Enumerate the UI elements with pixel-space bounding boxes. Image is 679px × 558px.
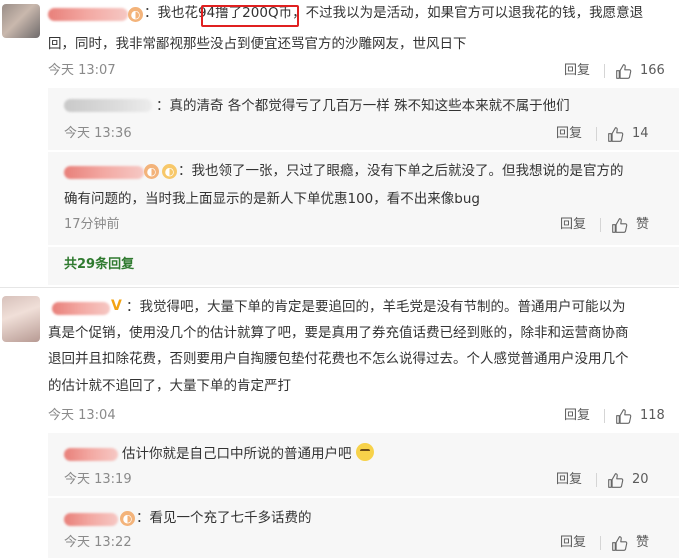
like-count: 14 xyxy=(632,126,649,141)
username-redacted[interactable] xyxy=(48,8,128,21)
username-redacted[interactable] xyxy=(64,448,118,461)
thumbs-up-icon xyxy=(608,472,624,488)
comment-time: 今天 13:04 xyxy=(48,408,116,423)
thumbs-up-icon xyxy=(612,535,628,551)
thumbs-up-icon xyxy=(608,126,624,142)
highlight-box xyxy=(201,5,299,27)
reply-text: ：看见一个充了七千多话费的 xyxy=(136,510,312,526)
divider xyxy=(604,64,605,78)
divider xyxy=(48,245,679,247)
reply-time: 今天 13:22 xyxy=(64,535,132,550)
more-replies-link[interactable]: 共29条回复 xyxy=(64,255,134,275)
reply-button[interactable]: 回复 xyxy=(556,470,582,490)
comment-text-line2: 真是个促销，使用没几个的估计就算了吧，要是真用了券充值话费已经到账的，除非和运营… xyxy=(48,325,629,341)
like-count: 166 xyxy=(640,63,665,78)
user-badge-icon: ◐ xyxy=(144,164,159,179)
user-badge-icon: ◐ xyxy=(128,7,143,22)
like-button[interactable]: 14 xyxy=(607,124,649,144)
comment-text: ：我觉得吧，大量下单的肯定是要追回的，羊毛党是没有节制的。普通用户可能以为 xyxy=(126,299,626,315)
like-button[interactable]: 赞 xyxy=(611,533,649,553)
reply-button[interactable]: 回复 xyxy=(564,406,590,426)
reply-text: 估计你就是自己口中所说的普通用户吧 xyxy=(122,441,374,467)
username-redacted[interactable] xyxy=(52,302,110,315)
user-badge-icon: ◐ xyxy=(162,164,177,179)
avatar[interactable] xyxy=(2,296,40,342)
reply-text: ：我也领了一张，只过了眼瘾，没有下单之后就没了。但我想说的是官方的 xyxy=(178,163,624,179)
username-redacted[interactable] xyxy=(64,513,118,526)
reply-button[interactable]: 回复 xyxy=(560,215,586,235)
verified-icon: V xyxy=(111,298,122,314)
like-button[interactable]: 20 xyxy=(607,470,649,490)
like-button[interactable]: 赞 xyxy=(611,215,649,235)
username-redacted[interactable] xyxy=(64,99,152,112)
comment-text-line2: 回，同时，我非常鄙视那些没占到便宜还骂官方的沙雕网友，世风日下 xyxy=(48,36,467,52)
reply-text-line2: 确有问题的，当时我上面显示的是新人下单优惠100，看不出来像bug xyxy=(64,191,480,207)
like-count: 赞 xyxy=(636,535,650,550)
reply-text: ：真的清奇 各个都觉得亏了几百万一样 殊不知这些本来就不属于他们 xyxy=(156,98,570,114)
divider xyxy=(596,473,597,487)
divider xyxy=(600,218,601,232)
comment-text-line3: 退回并且扣除花费，否则要用户自掏腰包垫付花费也不怎么说得过去。个人感觉普通用户没… xyxy=(48,351,629,367)
divider xyxy=(48,150,679,152)
divider xyxy=(48,496,679,498)
thumbs-up-icon xyxy=(616,63,632,79)
like-count: 20 xyxy=(632,472,649,487)
comment-divider xyxy=(0,287,679,288)
like-button[interactable]: 118 xyxy=(615,406,665,426)
reply-time: 今天 13:19 xyxy=(64,472,132,487)
divider xyxy=(604,409,605,423)
smiley-face-icon xyxy=(355,443,374,461)
reply-button[interactable]: 回复 xyxy=(560,533,586,553)
thumbs-up-icon xyxy=(612,217,628,233)
divider xyxy=(596,127,597,141)
reply-button[interactable]: 回复 xyxy=(556,124,582,144)
username-redacted[interactable] xyxy=(64,166,144,179)
like-count: 赞 xyxy=(636,217,650,232)
like-button[interactable]: 166 xyxy=(615,61,665,81)
comment-time: 今天 13:07 xyxy=(48,63,116,78)
avatar[interactable] xyxy=(2,4,40,38)
reply-time: 今天 13:36 xyxy=(64,126,132,141)
divider xyxy=(600,536,601,550)
thumbs-up-icon xyxy=(616,408,632,424)
reply-time: 17分钟前 xyxy=(64,217,120,232)
reply-text-content: 估计你就是自己口中所说的普通用户吧 xyxy=(122,446,352,462)
reply-button[interactable]: 回复 xyxy=(564,61,590,81)
user-badge-icon: ◐ xyxy=(120,511,135,526)
like-count: 118 xyxy=(640,408,665,423)
comment-text-line4: 的估计就不追回了，大量下单的肯定严打 xyxy=(48,378,291,394)
